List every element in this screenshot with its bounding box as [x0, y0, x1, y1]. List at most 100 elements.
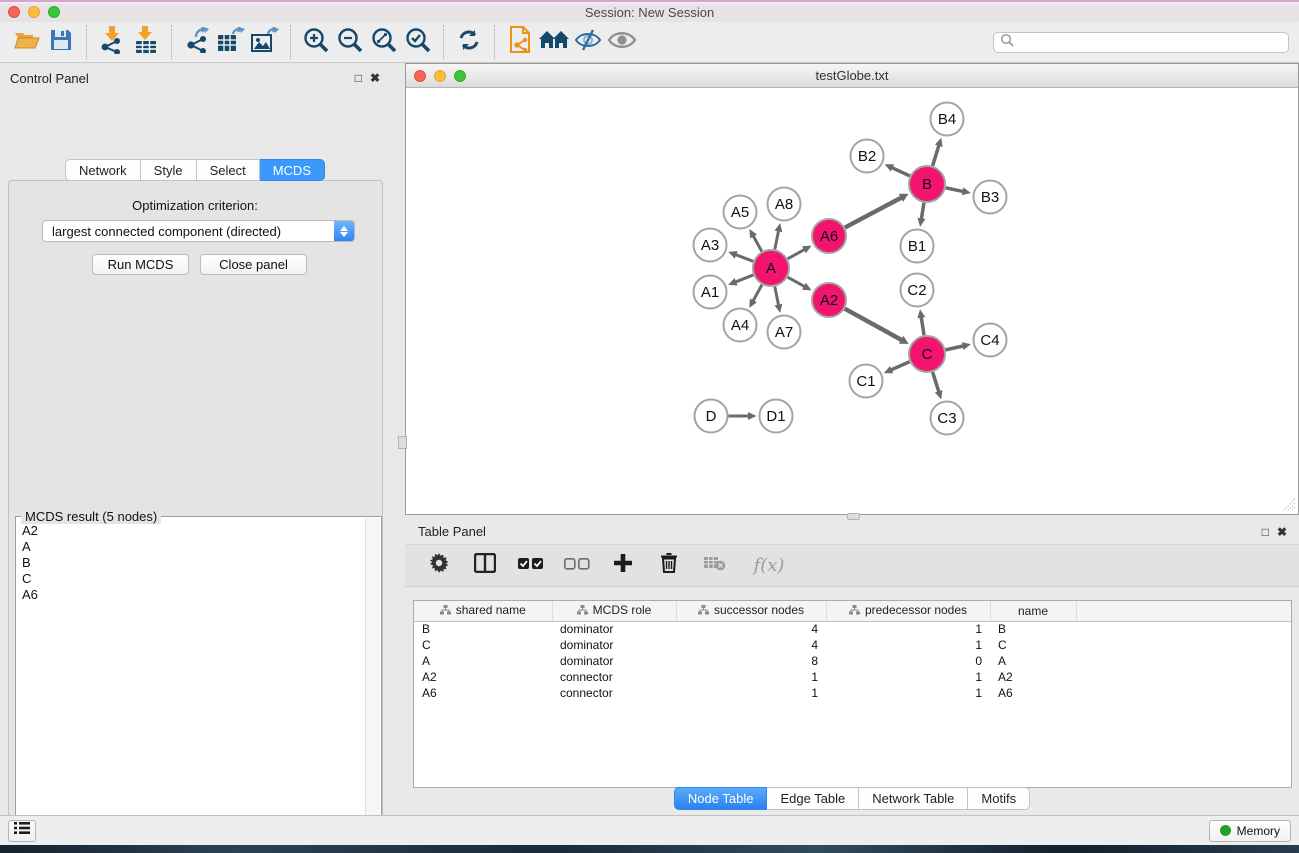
node-table[interactable]: shared nameMCDS rolesuccessor nodesprede…: [413, 600, 1292, 788]
result-item[interactable]: A6: [18, 587, 363, 603]
optimization-criterion-select[interactable]: largest connected component (directed): [42, 220, 355, 242]
edge-A-A7[interactable]: [775, 287, 779, 306]
show-details-button[interactable]: [605, 25, 639, 59]
cell-name[interactable]: A2: [990, 669, 1076, 685]
deselect-all-rows-button[interactable]: [563, 552, 591, 580]
result-item[interactable]: A2: [18, 523, 363, 539]
edge-A-A8[interactable]: [775, 230, 779, 249]
close-panel-icon[interactable]: ✖: [370, 71, 380, 85]
task-history-button[interactable]: [8, 820, 36, 842]
cell-predecessor-nodes[interactable]: 1: [826, 621, 990, 637]
export-network-button[interactable]: [180, 25, 214, 59]
network-minimize-button[interactable]: [434, 70, 446, 82]
delete-columns-button[interactable]: [655, 552, 683, 580]
horizontal-split-handle[interactable]: [847, 513, 860, 520]
close-window-button[interactable]: [8, 6, 20, 18]
cell-MCDS-role[interactable]: dominator: [552, 637, 676, 653]
column-header-successor-nodes[interactable]: successor nodes: [676, 601, 826, 621]
edge-B-B1[interactable]: [921, 203, 924, 220]
network-canvas[interactable]: B4B2BB3A8A5A6A3B1AC2A1A2A4A7C4CC1DD1C3: [406, 88, 1298, 514]
edge-A-A6[interactable]: [788, 249, 805, 259]
column-header-name[interactable]: name: [990, 601, 1076, 621]
cell-shared-name[interactable]: A6: [414, 685, 552, 701]
memory-button[interactable]: Memory: [1209, 820, 1291, 842]
add-column-button[interactable]: [609, 552, 637, 580]
search-field[interactable]: [993, 32, 1289, 53]
import-network-button[interactable]: [95, 25, 129, 59]
edge-A-A5[interactable]: [753, 236, 762, 252]
edge-C-C4[interactable]: [946, 346, 964, 350]
edge-A-A2[interactable]: [788, 277, 805, 287]
edge-C-C2[interactable]: [921, 317, 924, 336]
edge-A2-C[interactable]: [845, 309, 902, 341]
export-image-button[interactable]: [248, 25, 282, 59]
tab-style[interactable]: Style: [141, 159, 197, 181]
edge-B-B4[interactable]: [933, 145, 939, 166]
apply-layout-button[interactable]: [452, 25, 486, 59]
result-scrollbar[interactable]: [365, 518, 380, 853]
network-close-button[interactable]: [414, 70, 426, 82]
cell-MCDS-role[interactable]: dominator: [552, 621, 676, 637]
table-row[interactable]: Bdominator41B: [414, 621, 1291, 637]
import-table-button[interactable]: [129, 25, 163, 59]
cell-successor-nodes[interactable]: 4: [676, 621, 826, 637]
export-table-button[interactable]: [214, 25, 248, 59]
network-file-button[interactable]: [503, 25, 537, 59]
close-table-panel-icon[interactable]: ✖: [1277, 525, 1287, 539]
edge-A6-B[interactable]: [845, 197, 902, 227]
network-graph[interactable]: B4B2BB3A8A5A6A3B1AC2A1A2A4A7C4CC1DD1C3: [406, 88, 1298, 514]
tab-motifs[interactable]: Motifs: [968, 787, 1030, 810]
cell-predecessor-nodes[interactable]: 1: [826, 669, 990, 685]
edge-C-C1[interactable]: [891, 362, 910, 370]
cell-successor-nodes[interactable]: 4: [676, 637, 826, 653]
result-item[interactable]: C: [18, 571, 363, 587]
table-row[interactable]: A2connector11A2: [414, 669, 1291, 685]
resize-grip-icon[interactable]: [1282, 498, 1296, 512]
cell-MCDS-role[interactable]: connector: [552, 669, 676, 685]
edge-A-A4[interactable]: [753, 285, 762, 302]
edge-A-A1[interactable]: [735, 275, 753, 282]
tab-network[interactable]: Network: [65, 159, 141, 181]
cell-predecessor-nodes[interactable]: 0: [826, 653, 990, 669]
network-zoom-button[interactable]: [454, 70, 466, 82]
search-input[interactable]: [1014, 35, 1282, 49]
column-header-shared-name[interactable]: shared name: [414, 601, 552, 621]
function-builder-button[interactable]: f(x): [747, 552, 791, 580]
zoom-window-button[interactable]: [48, 6, 60, 18]
edge-B-B3[interactable]: [946, 188, 964, 192]
open-session-button[interactable]: [10, 25, 44, 59]
cell-predecessor-nodes[interactable]: 1: [826, 685, 990, 701]
tab-edge-table[interactable]: Edge Table: [767, 787, 859, 810]
hide-details-button[interactable]: [571, 25, 605, 59]
table-row[interactable]: Adominator80A: [414, 653, 1291, 669]
cell-shared-name[interactable]: C: [414, 637, 552, 653]
delete-table-button[interactable]: [701, 552, 729, 580]
table-settings-button[interactable]: [425, 552, 453, 580]
float-panel-icon[interactable]: □: [355, 71, 362, 85]
cell-shared-name[interactable]: A2: [414, 669, 552, 685]
cell-predecessor-nodes[interactable]: 1: [826, 637, 990, 653]
cell-shared-name[interactable]: A: [414, 653, 552, 669]
show-columns-button[interactable]: [471, 552, 499, 580]
cell-MCDS-role[interactable]: dominator: [552, 653, 676, 669]
cell-MCDS-role[interactable]: connector: [552, 685, 676, 701]
vertical-split-handle[interactable]: [398, 436, 407, 449]
zoom-in-button[interactable]: [299, 25, 333, 59]
edge-B-B2[interactable]: [891, 167, 909, 176]
close-panel-button[interactable]: Close panel: [200, 254, 307, 275]
tab-network-table[interactable]: Network Table: [859, 787, 968, 810]
cell-name[interactable]: A: [990, 653, 1076, 669]
cell-name[interactable]: A6: [990, 685, 1076, 701]
zoom-selected-button[interactable]: [401, 25, 435, 59]
run-mcds-button[interactable]: Run MCDS: [92, 254, 189, 275]
mcds-result-list[interactable]: A2ABCA6: [18, 523, 363, 853]
cell-successor-nodes[interactable]: 8: [676, 653, 826, 669]
column-header-MCDS-role[interactable]: MCDS role: [552, 601, 676, 621]
column-header-predecessor-nodes[interactable]: predecessor nodes: [826, 601, 990, 621]
tab-mcds[interactable]: MCDS: [260, 159, 325, 181]
tab-node-table[interactable]: Node Table: [674, 787, 768, 810]
select-all-rows-button[interactable]: [517, 552, 545, 580]
cell-successor-nodes[interactable]: 1: [676, 685, 826, 701]
result-item[interactable]: B: [18, 555, 363, 571]
table-row[interactable]: A6connector11A6: [414, 685, 1291, 701]
